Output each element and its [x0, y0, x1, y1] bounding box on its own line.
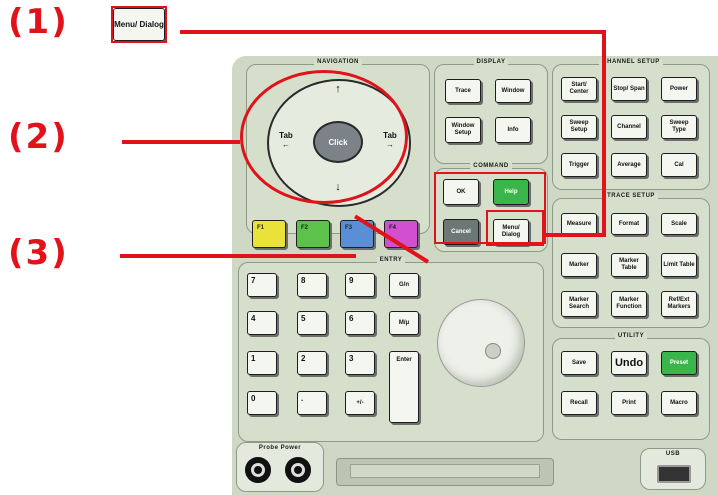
callout-1: (1): [8, 2, 69, 42]
power-key[interactable]: Power: [661, 77, 697, 101]
callout-line-3: [120, 254, 356, 258]
key-0[interactable]: 0: [247, 391, 277, 415]
stop-span-key[interactable]: Stop/ Span: [611, 77, 647, 101]
rotary-knob[interactable]: [437, 299, 525, 387]
display-group: DISPLAY Trace Window Window Setup Info: [434, 59, 548, 164]
marker-function-key[interactable]: Marker Function: [611, 291, 647, 317]
knob-grip: [485, 343, 501, 359]
enter-key[interactable]: Enter: [389, 351, 419, 423]
key-5[interactable]: 5: [297, 311, 327, 335]
marker-key[interactable]: Marker: [561, 253, 597, 277]
menu-dialog-highlight: [486, 210, 544, 246]
recall-key[interactable]: Recall: [561, 391, 597, 415]
callout-line-1-v: [602, 30, 606, 237]
sweep-type-key[interactable]: Sweep Type: [661, 115, 697, 139]
marker-search-key[interactable]: Marker Search: [561, 291, 597, 317]
display-title: DISPLAY: [473, 59, 509, 65]
callout-3: (3): [8, 233, 69, 273]
callout-2: (2): [8, 117, 69, 157]
preset-key[interactable]: Preset: [661, 351, 697, 375]
key-2[interactable]: 2: [297, 351, 327, 375]
channel-key[interactable]: Channel: [611, 115, 647, 139]
command-title: COMMAND: [470, 163, 512, 169]
utility-group: UTILITY Save Undo Preset Recall Print Ma…: [552, 333, 710, 440]
trace-key[interactable]: Trace: [445, 79, 481, 103]
key-7[interactable]: 7: [247, 273, 277, 297]
callout-line-2: [122, 140, 240, 144]
channel-setup-group: CHANNEL SETUP Start/ Center Stop/ Span P…: [552, 59, 710, 190]
trace-setup-title: TRACE SETUP: [604, 193, 658, 199]
cal-key[interactable]: Cal: [661, 153, 697, 177]
ref-ext-markers-key[interactable]: Ref/Ext Markers: [661, 291, 697, 317]
entry-group: ENTRY 7 8 9 G/n 4 5 6 M/μ 1 2 3 Enter 0 …: [238, 257, 544, 442]
front-slot-inner: [350, 464, 540, 478]
limit-table-key[interactable]: Limit Table: [661, 253, 697, 277]
marker-table-key[interactable]: Marker Table: [611, 253, 647, 277]
info-key[interactable]: Info: [495, 117, 531, 143]
key-m-u[interactable]: M/μ: [389, 311, 419, 335]
probe-port-1-icon[interactable]: [245, 457, 271, 483]
window-setup-key[interactable]: Window Setup: [445, 117, 481, 143]
trace-setup-group: TRACE SETUP Measure Format Scale Marker …: [552, 193, 710, 328]
key-decimal[interactable]: .: [297, 391, 327, 415]
usb-group: USB: [640, 448, 706, 490]
key-g-n[interactable]: G/n: [389, 273, 419, 297]
key-8[interactable]: 8: [297, 273, 327, 297]
f1-key[interactable]: F1: [252, 220, 286, 248]
window-key[interactable]: Window: [495, 79, 531, 103]
entry-title: ENTRY: [376, 257, 406, 263]
average-key[interactable]: Average: [611, 153, 647, 177]
format-key[interactable]: Format: [611, 213, 647, 235]
utility-title: UTILITY: [614, 333, 648, 339]
print-key[interactable]: Print: [611, 391, 647, 415]
callout-line-1-h: [180, 30, 604, 34]
callout-box-1: [111, 6, 167, 43]
usb-title: USB: [662, 451, 684, 457]
macro-key[interactable]: Macro: [661, 391, 697, 415]
probe-power-title: Probe Power: [255, 445, 305, 451]
key-1[interactable]: 1: [247, 351, 277, 375]
probe-port-2-icon[interactable]: [285, 457, 311, 483]
sweep-setup-key[interactable]: Sweep Setup: [561, 115, 597, 139]
usb-port-icon[interactable]: [657, 465, 691, 483]
key-plus-minus[interactable]: +/-: [345, 391, 375, 415]
key-3[interactable]: 3: [345, 351, 375, 375]
measure-key[interactable]: Measure: [561, 213, 597, 235]
trigger-key[interactable]: Trigger: [561, 153, 597, 177]
key-9[interactable]: 9: [345, 273, 375, 297]
f2-key[interactable]: F2: [296, 220, 330, 248]
start-center-key[interactable]: Start/ Center: [561, 77, 597, 101]
key-6[interactable]: 6: [345, 311, 375, 335]
save-key[interactable]: Save: [561, 351, 597, 375]
callout-line-1-h2: [544, 233, 606, 237]
channel-setup-title: CHANNEL SETUP: [599, 59, 663, 65]
navigation-title: NAVIGATION: [314, 59, 362, 65]
scale-key[interactable]: Scale: [661, 213, 697, 235]
navigation-highlight: [240, 70, 408, 204]
undo-key[interactable]: Undo: [611, 351, 647, 375]
key-4[interactable]: 4: [247, 311, 277, 335]
probe-power-group: Probe Power: [236, 442, 324, 492]
